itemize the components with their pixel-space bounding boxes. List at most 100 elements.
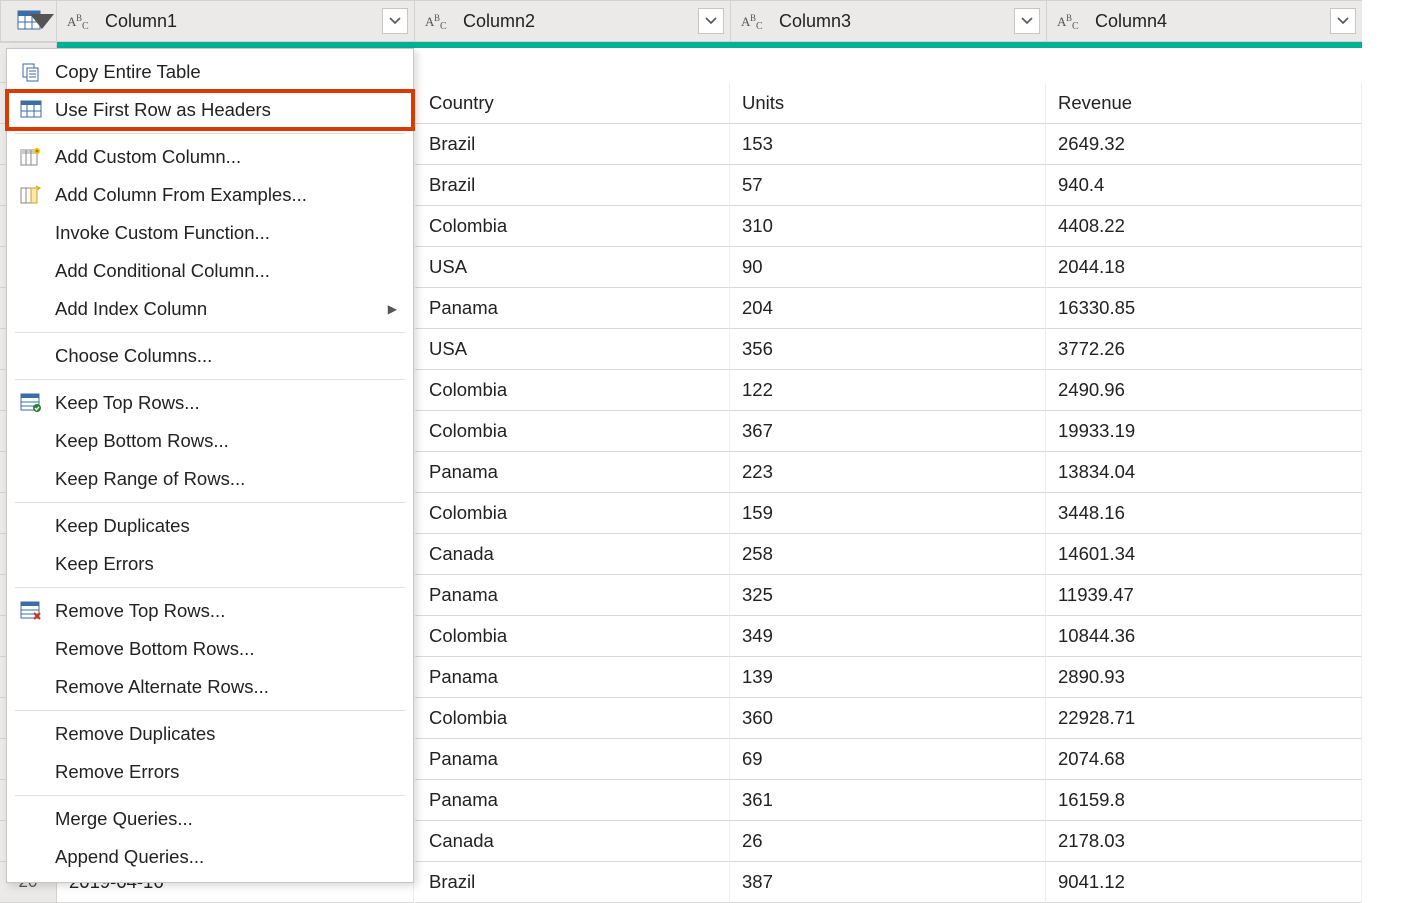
menu-item[interactable]: Add Index Column ▶ [7, 290, 413, 328]
table-cell[interactable]: Canada [414, 534, 730, 575]
menu-item[interactable]: Use First Row as Headers [7, 91, 413, 129]
column-header[interactable]: A B C Column2 [414, 0, 730, 42]
table-cell[interactable]: Panama [414, 575, 730, 616]
table-cell[interactable]: USA [414, 329, 730, 370]
table-cell[interactable]: Brazil [414, 165, 730, 206]
table-cell[interactable]: Panama [414, 657, 730, 698]
menu-item[interactable]: Choose Columns... [7, 337, 413, 375]
table-cell[interactable]: 69 [730, 739, 1046, 780]
table-cell[interactable]: Panama [414, 452, 730, 493]
table-cell[interactable]: 2178.03 [1046, 821, 1362, 862]
table-cell[interactable]: 325 [730, 575, 1046, 616]
table-cell[interactable]: Colombia [414, 370, 730, 411]
table-cell[interactable]: Colombia [414, 411, 730, 452]
table-cell[interactable]: 360 [730, 698, 1046, 739]
table-cell[interactable]: 10844.36 [1046, 616, 1362, 657]
table-cell[interactable]: 13834.04 [1046, 452, 1362, 493]
table-cell[interactable]: Country [414, 83, 730, 124]
table-cell[interactable]: Revenue [1046, 83, 1362, 124]
table-cell[interactable]: 159 [730, 493, 1046, 534]
blank-icon [17, 637, 45, 661]
menu-item[interactable]: Add Custom Column... [7, 138, 413, 176]
menu-item[interactable]: Copy Entire Table [7, 53, 413, 91]
menu-item-label: Add Conditional Column... [55, 260, 397, 282]
table-cell[interactable]: Colombia [414, 698, 730, 739]
menu-separator [15, 379, 405, 380]
menu-item[interactable]: Remove Duplicates [7, 715, 413, 753]
menu-item[interactable]: Keep Bottom Rows... [7, 422, 413, 460]
table-cell[interactable]: 310 [730, 206, 1046, 247]
table-cell[interactable]: 11939.47 [1046, 575, 1362, 616]
table-corner-menu-button[interactable] [0, 0, 57, 42]
table-cell[interactable]: 940.4 [1046, 165, 1362, 206]
table-cell[interactable]: 22928.71 [1046, 698, 1362, 739]
table-cell[interactable]: 258 [730, 534, 1046, 575]
column-header[interactable]: A B C Column3 [730, 0, 1046, 42]
table-cell[interactable]: Canada [414, 821, 730, 862]
column-name: Column4 [1095, 11, 1167, 32]
table-cell[interactable]: 2649.32 [1046, 124, 1362, 165]
table-cell[interactable]: Panama [414, 288, 730, 329]
menu-item[interactable]: Remove Bottom Rows... [7, 630, 413, 668]
table-cell[interactable]: 3772.26 [1046, 329, 1362, 370]
menu-item-label: Keep Top Rows... [55, 392, 397, 414]
table-cell[interactable]: 361 [730, 780, 1046, 821]
table-cell[interactable]: 349 [730, 616, 1046, 657]
table-cell[interactable]: 90 [730, 247, 1046, 288]
table-cell[interactable]: 3448.16 [1046, 493, 1362, 534]
table-cell[interactable]: Panama [414, 780, 730, 821]
table-cell[interactable]: 356 [730, 329, 1046, 370]
menu-item[interactable]: Keep Top Rows... [7, 384, 413, 422]
menu-item[interactable]: Remove Top Rows... [7, 592, 413, 630]
column-name: Column3 [779, 11, 851, 32]
column-filter-button[interactable] [698, 8, 724, 34]
table-cell[interactable]: 2074.68 [1046, 739, 1362, 780]
table-cell[interactable]: 2044.18 [1046, 247, 1362, 288]
menu-item[interactable]: Remove Alternate Rows... [7, 668, 413, 706]
column-filter-button[interactable] [382, 8, 408, 34]
table-cell[interactable]: Brazil [414, 124, 730, 165]
table-cell[interactable]: 2490.96 [1046, 370, 1362, 411]
table-cell[interactable]: Units [730, 83, 1046, 124]
table-cell[interactable]: 387 [730, 862, 1046, 903]
menu-item[interactable]: Keep Duplicates [7, 507, 413, 545]
table-cell[interactable]: 4408.22 [1046, 206, 1362, 247]
table-cell[interactable]: 367 [730, 411, 1046, 452]
table-cell[interactable]: Colombia [414, 493, 730, 534]
menu-separator [15, 332, 405, 333]
table-cell[interactable]: Panama [414, 739, 730, 780]
table-cell[interactable]: 122 [730, 370, 1046, 411]
table-cell[interactable]: 16159.8 [1046, 780, 1362, 821]
table-cell[interactable]: 223 [730, 452, 1046, 493]
menu-item-label: Choose Columns... [55, 345, 397, 367]
table-cell[interactable]: Brazil [414, 862, 730, 903]
menu-item[interactable]: Append Queries... [7, 838, 413, 876]
menu-item[interactable]: Keep Range of Rows... [7, 460, 413, 498]
table-cell[interactable]: 139 [730, 657, 1046, 698]
menu-item-label: Invoke Custom Function... [55, 222, 397, 244]
table-cell[interactable]: USA [414, 247, 730, 288]
menu-item[interactable]: Add Column From Examples... [7, 176, 413, 214]
column-header[interactable]: A B C Column4 [1046, 0, 1362, 42]
menu-item[interactable]: Invoke Custom Function... [7, 214, 413, 252]
menu-item[interactable]: Keep Errors [7, 545, 413, 583]
menu-item[interactable]: Add Conditional Column... [7, 252, 413, 290]
table-cell[interactable]: 57 [730, 165, 1046, 206]
menu-item[interactable]: Merge Queries... [7, 800, 413, 838]
table-cell[interactable]: 9041.12 [1046, 862, 1362, 903]
table-cell[interactable]: 26 [730, 821, 1046, 862]
table-cell[interactable]: 14601.34 [1046, 534, 1362, 575]
column-header[interactable]: A B C Column1 [57, 0, 414, 42]
table-cell[interactable]: 2890.93 [1046, 657, 1362, 698]
menu-separator [15, 587, 405, 588]
table-cell[interactable]: 16330.85 [1046, 288, 1362, 329]
table-cell[interactable]: 153 [730, 124, 1046, 165]
table-cell[interactable]: 19933.19 [1046, 411, 1362, 452]
table-cell[interactable]: 204 [730, 288, 1046, 329]
menu-item[interactable]: Remove Errors [7, 753, 413, 791]
column-filter-button[interactable] [1330, 8, 1356, 34]
table-cell[interactable]: Colombia [414, 616, 730, 657]
column-filter-button[interactable] [1014, 8, 1040, 34]
abc-type-icon: A B C [425, 11, 455, 31]
table-cell[interactable]: Colombia [414, 206, 730, 247]
